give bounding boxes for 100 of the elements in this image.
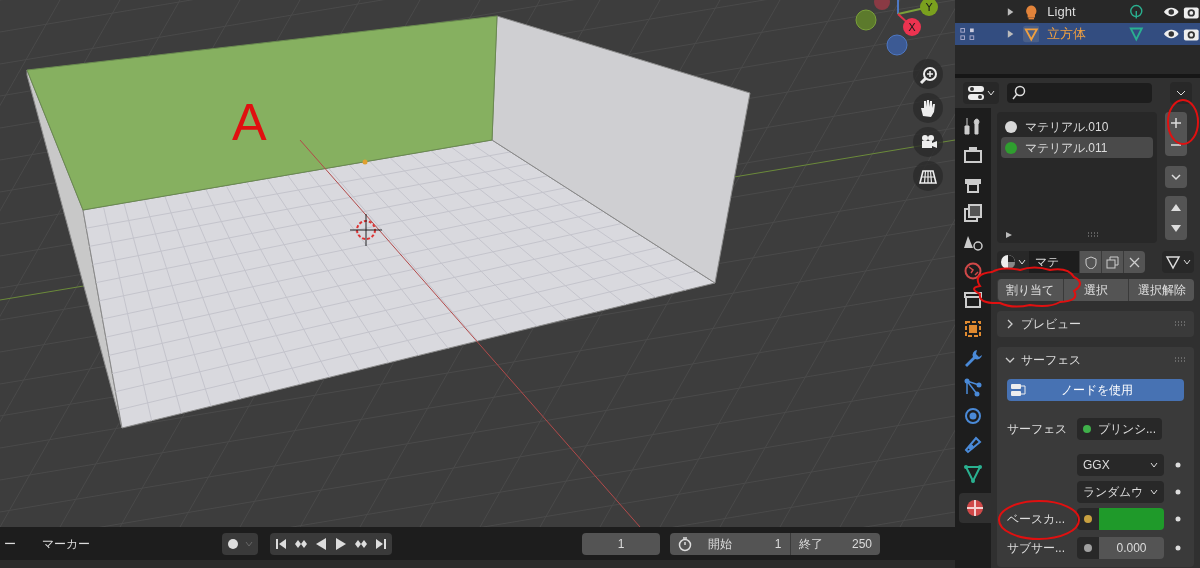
action-button[interactable]: 割り当て: [997, 279, 1063, 301]
zoom-icon[interactable]: [913, 59, 943, 89]
camera-icon[interactable]: [913, 127, 943, 157]
remove-button[interactable]: [1165, 134, 1187, 156]
particles-icon: [963, 377, 983, 397]
fake-user-button[interactable]: [1079, 251, 1101, 273]
caret-icon: [1018, 258, 1026, 266]
wrench-icon: [963, 348, 983, 368]
action-button[interactable]: 選択解除: [1128, 279, 1194, 301]
gizmo-x-label: X: [908, 21, 916, 34]
search-field[interactable]: [1007, 83, 1152, 103]
record-icon: [226, 536, 240, 551]
toggle-icon: [967, 85, 985, 101]
mesh-data-icon: [963, 464, 983, 484]
keyframe-dot-icon: [1174, 461, 1182, 469]
play-icon: [334, 536, 348, 551]
axis-gizmo[interactable]: [855, 0, 938, 56]
panel-header[interactable]: プレビュー: [997, 311, 1194, 337]
unlink-button[interactable]: [1123, 251, 1145, 273]
dropdown[interactable]: GGX: [1077, 454, 1164, 476]
outliner-row[interactable]: Light: [955, 1, 1200, 23]
keyframe-dot-icon: [1174, 515, 1182, 523]
menu-item[interactable]: マーカー: [42, 534, 90, 553]
image-icon: [963, 203, 983, 223]
menu-item[interactable]: ー: [4, 534, 16, 553]
node-icon: [1009, 382, 1029, 398]
expand-arrow-icon: [1005, 7, 1015, 17]
material-tab[interactable]: [959, 493, 991, 523]
origin-dot: [362, 159, 368, 165]
specials-icon: [1170, 171, 1182, 183]
panel-header[interactable]: サーフェス: [997, 347, 1194, 373]
annotation-letter: A: [232, 93, 267, 151]
annotation-circle: [1167, 99, 1199, 145]
grip-icon: [1174, 321, 1186, 327]
jump-start-icon: [274, 536, 288, 551]
dropdown[interactable]: ランダムウ: [1077, 481, 1164, 503]
add-button[interactable]: [1165, 112, 1187, 134]
search-icon: [1011, 85, 1027, 101]
slot-name: マテリアル.010: [1025, 118, 1109, 136]
play-reverse-icon: [314, 536, 328, 551]
unlink-icon: [1128, 255, 1141, 269]
object-name[interactable]: Light: [1047, 2, 1129, 22]
end-frame-field[interactable]: 終了 250: [790, 532, 880, 555]
move-up-button[interactable]: [1165, 196, 1187, 218]
duplicate-button[interactable]: [1101, 251, 1123, 273]
caret-icon: [1150, 461, 1158, 469]
render-icon: [963, 145, 983, 165]
field-label: ベースカ...: [1007, 511, 1066, 528]
duplicate-icon: [1106, 255, 1119, 269]
grid-icon[interactable]: [913, 161, 943, 191]
eye-icon: [1162, 5, 1180, 19]
auto-keying-button[interactable]: [222, 532, 258, 555]
panel-title: プレビュー: [1021, 316, 1081, 333]
material-ball-icon: [1000, 254, 1016, 270]
use-nodes-button[interactable]: ノードを使用: [1007, 379, 1184, 401]
gizmo-y-label: Y: [925, 1, 933, 14]
move-down-button[interactable]: [1165, 218, 1187, 240]
caret-icon: [1176, 89, 1186, 97]
field-label: サーフェス: [1007, 421, 1068, 438]
cursor-icon: [349, 213, 383, 247]
caret-icon: [1150, 488, 1158, 496]
color-swatch[interactable]: [1099, 508, 1164, 530]
options-dropdown[interactable]: [1170, 82, 1192, 104]
expand-arrow-icon: [1005, 29, 1015, 39]
add-icon: [1170, 117, 1182, 129]
outliner-row[interactable]: 立方体: [955, 23, 1200, 45]
grip-icon: [1087, 232, 1099, 238]
chevron-right-icon: [1005, 319, 1015, 329]
physics-icon: [963, 406, 983, 426]
mesh-data-icon: [1165, 254, 1181, 270]
caret-icon: [1183, 258, 1191, 266]
object-name[interactable]: 立方体: [1047, 24, 1129, 44]
material-name-field[interactable]: マテ: [1029, 251, 1079, 273]
field-label: サブサー...: [1007, 540, 1066, 557]
frame-field[interactable]: 1: [582, 532, 660, 555]
eye-icon: [1162, 27, 1180, 41]
action-button[interactable]: 選択: [1062, 279, 1129, 301]
chevron-down-icon: [1005, 355, 1015, 365]
link-dropdown[interactable]: [1162, 251, 1194, 273]
fake-user-icon: [1084, 255, 1097, 269]
jump-end-icon: [374, 536, 388, 551]
field-value: 250: [851, 535, 872, 553]
archive-icon: [963, 290, 983, 310]
hand-icon[interactable]: [913, 93, 943, 123]
light-data-icon: [1128, 3, 1145, 21]
expand-arrow-icon: [1005, 231, 1013, 239]
material-slot[interactable]: マテリアル.010: [1001, 116, 1153, 137]
shader-selector[interactable]: プリンシ...: [1077, 418, 1162, 440]
start-frame-field[interactable]: 開始 1: [700, 532, 791, 555]
material-slot[interactable]: マテリアル.011: [1001, 137, 1153, 158]
mesh-data-icon: [1128, 25, 1145, 43]
field-label: 終了: [798, 535, 823, 553]
object-select-icon: [959, 26, 976, 42]
globe-icon: [963, 261, 983, 281]
material-browse-button[interactable]: [997, 251, 1029, 273]
keyframe-dot-icon: [1174, 488, 1182, 496]
specials-button[interactable]: [1165, 166, 1187, 188]
triangle-icon: [1022, 25, 1040, 43]
editor-type-button[interactable]: [963, 82, 999, 104]
number-field[interactable]: 0.000: [1099, 537, 1164, 559]
